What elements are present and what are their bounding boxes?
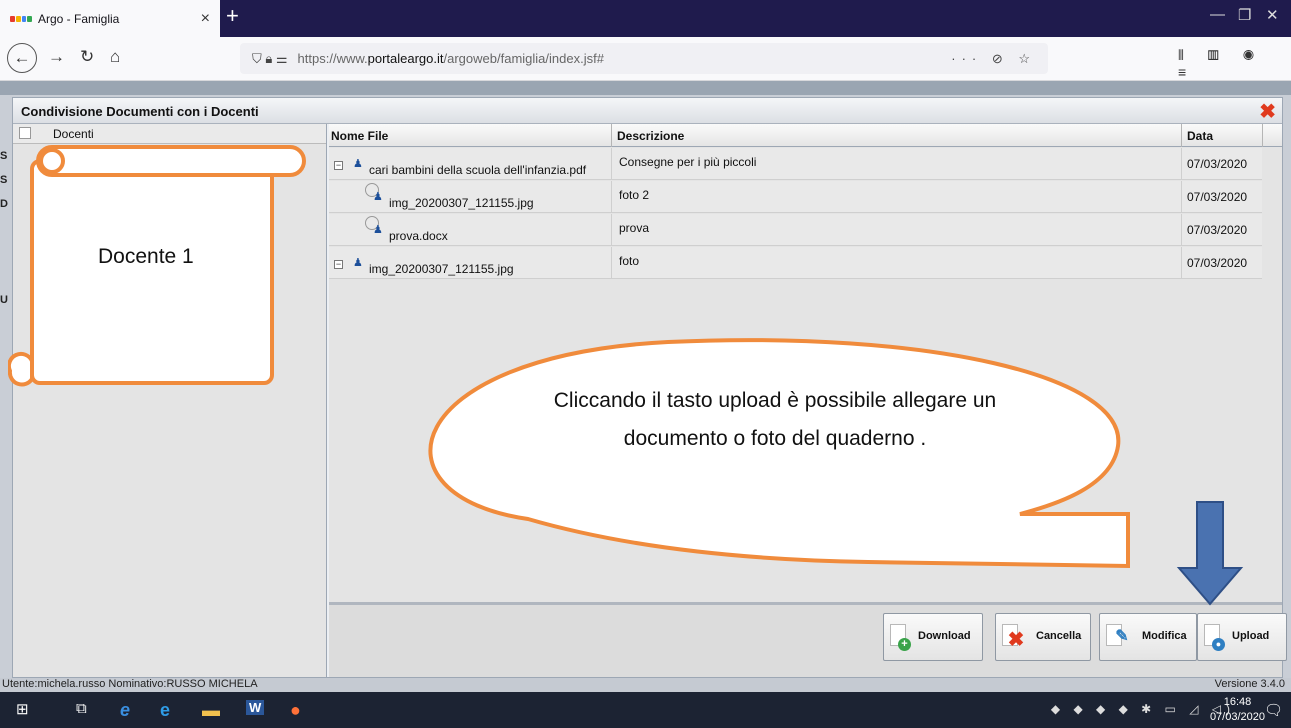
column-description-header[interactable]: Descrizione xyxy=(617,129,684,143)
file-description: prova xyxy=(619,221,650,235)
toolbar-right-icon[interactable]: ⫴ ▥ ◉ ≡ xyxy=(1178,47,1291,80)
back-icon[interactable]: ← xyxy=(7,43,37,73)
url-path: /argoweb/famiglia/index.jsf# xyxy=(443,51,604,66)
tab-title: Argo - Famiglia xyxy=(38,11,120,26)
windows-start-icon[interactable]: ⊞ xyxy=(16,700,29,718)
file-name: prova.docx xyxy=(389,229,448,243)
person-icon: ♟ xyxy=(373,191,383,203)
site-security-icon[interactable]: ⛉ 🔒︎ ⚌ xyxy=(252,51,288,67)
delete-button[interactable]: ✖ Cancella xyxy=(995,613,1091,661)
version-label: Versione 3.4.0 xyxy=(1214,678,1285,690)
reload-icon[interactable]: ↻ xyxy=(80,47,94,67)
download-icon: + xyxy=(898,638,911,651)
pencil-icon: ✎ xyxy=(1115,628,1129,645)
file-name: cari bambini della scuola dell'infanzia.… xyxy=(369,163,587,177)
column-file-header[interactable]: Nome File xyxy=(331,129,388,143)
collapse-toggle-icon[interactable]: − xyxy=(334,161,343,170)
file-description: foto 2 xyxy=(619,188,650,202)
browser-nav-bar: ← → ↻ ⌂ ⛉ 🔒︎ ⚌ https://www. portaleargo.… xyxy=(0,37,1291,81)
table-row[interactable]: ♟ prova.docx prova 07/03/2020 xyxy=(329,214,1262,246)
status-line: Utente:michela.russo Nominativo:RUSSO MI… xyxy=(0,678,1291,692)
tab-close-icon[interactable]: × xyxy=(201,10,210,28)
upload-button[interactable]: ● Upload xyxy=(1197,613,1287,661)
home-icon[interactable]: ⌂ xyxy=(110,47,120,67)
table-row[interactable]: ♟ img_20200307_121155.jpg foto 2 07/03/2… xyxy=(329,181,1262,213)
forward-icon[interactable]: → xyxy=(48,47,65,67)
word-icon[interactable]: W xyxy=(246,700,265,715)
speech-bubble-text: Cliccando il tasto upload è possibile al… xyxy=(553,389,997,450)
person-icon: ♟ xyxy=(373,224,383,236)
table-row[interactable]: − ♟ cari bambini della scuola dell'infan… xyxy=(329,148,1262,180)
file-explorer-icon[interactable]: ▬ xyxy=(202,700,220,721)
app-header-strip xyxy=(0,81,1291,95)
dialog-close-icon[interactable]: ✖ xyxy=(1259,99,1276,124)
collapse-toggle-icon[interactable]: − xyxy=(334,260,343,269)
minimize-button[interactable]: — xyxy=(1210,6,1225,23)
file-description: foto xyxy=(619,254,640,268)
dialog-header: Condivisione Documenti con i Docenti ✖ xyxy=(13,98,1282,124)
download-button[interactable]: + Download xyxy=(883,613,983,661)
favicon-icon xyxy=(10,15,32,22)
grid-header: Nome File Descrizione Data xyxy=(329,124,1282,147)
file-name: img_20200307_121155.jpg xyxy=(369,262,514,276)
file-date: 07/03/2020 xyxy=(1187,256,1248,270)
url-prefix: https://www. xyxy=(297,51,368,66)
edge-icon[interactable]: e xyxy=(160,700,170,721)
column-date-header[interactable]: Data xyxy=(1187,129,1213,143)
system-tray-icons[interactable]: ◆ ◆ ◆ ◆ ✱ ▭ ◿ ◁) xyxy=(1051,702,1235,716)
clock-time: 16:48 xyxy=(1223,696,1252,708)
url-bar[interactable]: ⛉ 🔒︎ ⚌ https://www. portaleargo.it /argo… xyxy=(240,43,1048,74)
browser-tab-strip: Argo - Famiglia × + — ❐ ✕ xyxy=(0,0,1291,37)
browser-tab[interactable]: Argo - Famiglia × xyxy=(0,0,220,37)
task-view-icon[interactable]: ⧉ xyxy=(76,700,87,717)
upload-icon: ● xyxy=(1212,638,1225,651)
file-date: 07/03/2020 xyxy=(1187,223,1248,237)
user-info: Utente:michela.russo Nominativo:RUSSO MI… xyxy=(2,678,258,690)
person-icon: ♟ xyxy=(353,257,363,269)
clock-date: 07/03/2020 xyxy=(1209,711,1265,723)
notification-icon[interactable]: 🗨︎ xyxy=(1264,701,1283,719)
file-description: Consegne per i più piccoli xyxy=(619,155,757,169)
file-name: img_20200307_121155.jpg xyxy=(389,196,534,210)
file-date: 07/03/2020 xyxy=(1187,190,1248,204)
dialog-title: Condivisione Documenti con i Docenti xyxy=(21,104,259,119)
url-domain: portaleargo.it xyxy=(367,51,444,66)
scroll-annotation-text: Docente 1 xyxy=(98,245,194,268)
edit-button[interactable]: ✎ Modifica xyxy=(1099,613,1197,661)
teachers-checkbox[interactable] xyxy=(19,127,31,139)
teachers-header-label: Docenti xyxy=(53,127,94,141)
teachers-header: Docenti xyxy=(13,124,326,144)
internet-explorer-icon[interactable]: e xyxy=(120,700,130,721)
action-button-bar: + Download ✖ Cancella ✎ Modifica ● Uploa… xyxy=(329,602,1287,677)
taskbar-clock[interactable]: 16:48 07/03/2020 xyxy=(1210,695,1265,725)
windows-taskbar: ⊞ ⧉ e e ▬ W ● ◆ ◆ ◆ ◆ ✱ ▭ ◿ ◁) 16:48 07/… xyxy=(0,692,1291,728)
person-icon: ♟ xyxy=(353,158,363,170)
restore-button[interactable]: ❐ xyxy=(1238,6,1251,24)
file-date: 07/03/2020 xyxy=(1187,157,1248,171)
table-row[interactable]: − ♟ img_20200307_121155.jpg foto 07/03/2… xyxy=(329,247,1262,279)
down-arrow-icon xyxy=(1176,501,1244,606)
delete-x-icon: ✖ xyxy=(1007,629,1025,651)
firefox-icon[interactable]: ● xyxy=(290,700,301,721)
page-actions-icon[interactable]: ··· ⊘ ☆ xyxy=(951,51,1036,67)
close-window-button[interactable]: ✕ xyxy=(1266,6,1279,24)
new-tab-button[interactable]: + xyxy=(226,3,239,29)
